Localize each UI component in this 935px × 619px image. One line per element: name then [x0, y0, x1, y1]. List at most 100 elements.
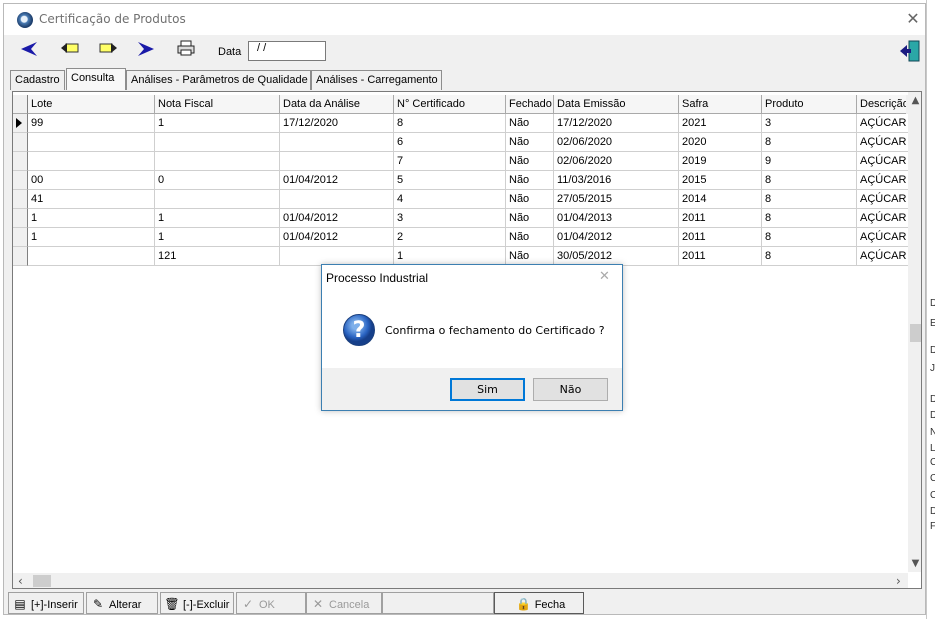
- column-header-lote[interactable]: Lote: [28, 95, 155, 114]
- table-row[interactable]: 99 1 17/12/2020 8 Não 17/12/2020 2021 3 AÇÚCAR T: [13, 114, 917, 133]
- cell-lote[interactable]: 1: [28, 209, 155, 228]
- cell-safra[interactable]: 2011: [679, 209, 762, 228]
- scroll-left-icon[interactable]: ‹: [18, 574, 23, 588]
- table-row[interactable]: 6 Não 02/06/2020 2020 8 AÇÚCAR T: [13, 133, 917, 152]
- cell-lote[interactable]: 00: [28, 171, 155, 190]
- dialog-close-icon[interactable]: ✕: [599, 269, 610, 284]
- horizontal-scrollbar[interactable]: ‹ ›: [13, 573, 908, 588]
- cell-produto[interactable]: 8: [762, 171, 857, 190]
- table-row[interactable]: 41 4 Não 27/05/2015 2014 8 AÇÚCAR T: [13, 190, 917, 209]
- cell-data-emissao[interactable]: 01/04/2012: [554, 228, 679, 247]
- cell-safra[interactable]: 2019: [679, 152, 762, 171]
- cell-safra[interactable]: 2020: [679, 133, 762, 152]
- cell-fechado[interactable]: Não: [506, 190, 554, 209]
- cell-safra[interactable]: 2011: [679, 228, 762, 247]
- close-icon[interactable]: ✕: [904, 10, 922, 28]
- first-icon[interactable]: [17, 40, 41, 62]
- cell-nota-fiscal[interactable]: [155, 190, 280, 209]
- cell-produto[interactable]: 8: [762, 209, 857, 228]
- cell-safra[interactable]: 2015: [679, 171, 762, 190]
- row-selector[interactable]: [13, 190, 28, 209]
- cell-data-analise[interactable]: 01/04/2012: [280, 228, 394, 247]
- cell-nota-fiscal[interactable]: 0: [155, 171, 280, 190]
- excluir-button[interactable]: 🗑 [-]-Excluir: [160, 592, 234, 614]
- cell-data-emissao[interactable]: 02/06/2020: [554, 152, 679, 171]
- cell-safra[interactable]: 2021: [679, 114, 762, 133]
- cell-nota-fiscal[interactable]: 1: [155, 228, 280, 247]
- cell-fechado[interactable]: Não: [506, 114, 554, 133]
- cell-lote[interactable]: [28, 247, 155, 266]
- cell-n-certificado[interactable]: 8: [394, 114, 506, 133]
- cell-data-emissao[interactable]: 02/06/2020: [554, 133, 679, 152]
- next-icon[interactable]: [96, 40, 120, 62]
- cell-produto[interactable]: 9: [762, 152, 857, 171]
- cell-data-emissao[interactable]: 17/12/2020: [554, 114, 679, 133]
- fecha-button[interactable]: 🔒 Fecha: [494, 592, 584, 614]
- cell-fechado[interactable]: Não: [506, 133, 554, 152]
- tab-consulta[interactable]: Consulta: [66, 68, 126, 90]
- inserir-button[interactable]: ▤ [+]-Inserir: [8, 592, 84, 614]
- cell-safra[interactable]: 2011: [679, 247, 762, 266]
- scroll-right-icon[interactable]: ›: [896, 574, 901, 588]
- hscroll-thumb[interactable]: [33, 575, 51, 587]
- cell-data-emissao[interactable]: 01/04/2013: [554, 209, 679, 228]
- row-selector[interactable]: [13, 171, 28, 190]
- date-field[interactable]: / /: [248, 41, 326, 61]
- cell-fechado[interactable]: Não: [506, 152, 554, 171]
- tab-analises-parametros[interactable]: Análises - Parâmetros de Qualidade: [126, 70, 311, 90]
- cell-produto[interactable]: 8: [762, 247, 857, 266]
- vertical-scrollbar[interactable]: ▲ ▼: [908, 92, 921, 572]
- cell-data-analise[interactable]: 01/04/2012: [280, 209, 394, 228]
- column-header-safra[interactable]: Safra: [679, 95, 762, 114]
- cell-n-certificado[interactable]: 5: [394, 171, 506, 190]
- row-selector[interactable]: [13, 152, 28, 171]
- cell-nota-fiscal[interactable]: 1: [155, 114, 280, 133]
- print-icon[interactable]: [174, 40, 198, 62]
- cell-lote[interactable]: 1: [28, 228, 155, 247]
- scroll-thumb[interactable]: [910, 324, 921, 342]
- cell-nota-fiscal[interactable]: [155, 133, 280, 152]
- cell-data-analise[interactable]: [280, 133, 394, 152]
- column-header-data-analise[interactable]: Data da Análise: [280, 95, 394, 114]
- last-icon[interactable]: [134, 40, 158, 62]
- column-header-n-certificado[interactable]: N° Certificado: [394, 95, 506, 114]
- cell-n-certificado[interactable]: 7: [394, 152, 506, 171]
- table-row[interactable]: 1 1 01/04/2012 3 Não 01/04/2013 2011 8 AÇÚCAR T: [13, 209, 917, 228]
- column-header-fechado[interactable]: Fechado: [506, 95, 554, 114]
- cell-n-certificado[interactable]: 6: [394, 133, 506, 152]
- row-selector[interactable]: [13, 114, 28, 133]
- cell-produto[interactable]: 8: [762, 190, 857, 209]
- tab-analises-carregamento[interactable]: Análises - Carregamento: [311, 70, 442, 90]
- cell-lote[interactable]: [28, 152, 155, 171]
- row-selector[interactable]: [13, 228, 28, 247]
- table-row[interactable]: 1 1 01/04/2012 2 Não 01/04/2012 2011 8 AÇÚCAR T: [13, 228, 917, 247]
- cell-data-analise[interactable]: [280, 152, 394, 171]
- cell-safra[interactable]: 2014: [679, 190, 762, 209]
- cell-data-emissao[interactable]: 27/05/2015: [554, 190, 679, 209]
- exit-door-icon[interactable]: [899, 40, 921, 62]
- row-selector[interactable]: [13, 133, 28, 152]
- prev-icon[interactable]: [58, 40, 82, 62]
- tab-cadastro[interactable]: Cadastro: [10, 70, 65, 90]
- cell-data-analise[interactable]: 17/12/2020: [280, 114, 394, 133]
- cell-n-certificado[interactable]: 2: [394, 228, 506, 247]
- ok-button[interactable]: ✓ OK: [236, 592, 306, 614]
- cell-n-certificado[interactable]: 3: [394, 209, 506, 228]
- alterar-button[interactable]: ✎ Alterar: [86, 592, 158, 614]
- no-button[interactable]: Não: [533, 378, 608, 401]
- scroll-down-icon[interactable]: ▼: [908, 558, 921, 569]
- cell-produto[interactable]: 8: [762, 133, 857, 152]
- cell-lote[interactable]: [28, 133, 155, 152]
- column-header-data-emissao[interactable]: Data Emissão: [554, 95, 679, 114]
- cell-data-analise[interactable]: 01/04/2012: [280, 171, 394, 190]
- yes-button[interactable]: Sim: [450, 378, 525, 401]
- cancela-button[interactable]: ✕ Cancela: [306, 592, 382, 614]
- cell-fechado[interactable]: Não: [506, 228, 554, 247]
- column-header-produto[interactable]: Produto: [762, 95, 857, 114]
- cell-fechado[interactable]: Não: [506, 171, 554, 190]
- cell-fechado[interactable]: Não: [506, 209, 554, 228]
- column-header-nota-fiscal[interactable]: Nota Fiscal: [155, 95, 280, 114]
- cell-n-certificado[interactable]: 4: [394, 190, 506, 209]
- cell-nota-fiscal[interactable]: 121: [155, 247, 280, 266]
- cell-lote[interactable]: 99: [28, 114, 155, 133]
